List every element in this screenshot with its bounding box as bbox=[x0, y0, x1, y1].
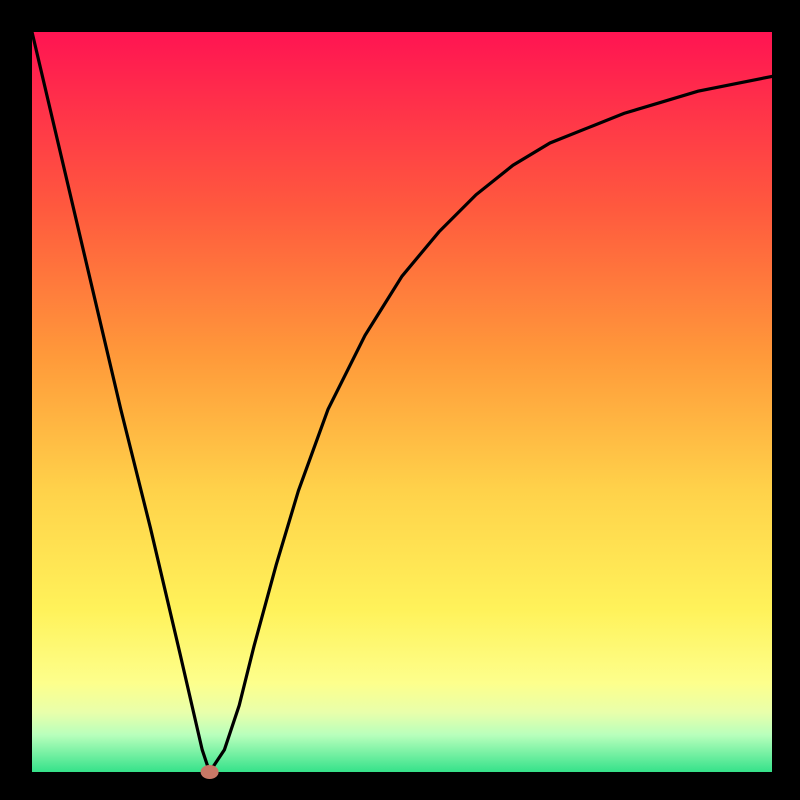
watermark: TheBottleneck.com bbox=[557, 6, 782, 34]
chart-frame: TheBottleneck.com bbox=[0, 0, 800, 800]
optimal-marker bbox=[201, 765, 219, 779]
bottleneck-curve bbox=[32, 32, 772, 772]
curve-layer bbox=[32, 32, 772, 772]
plot-area bbox=[32, 32, 772, 772]
